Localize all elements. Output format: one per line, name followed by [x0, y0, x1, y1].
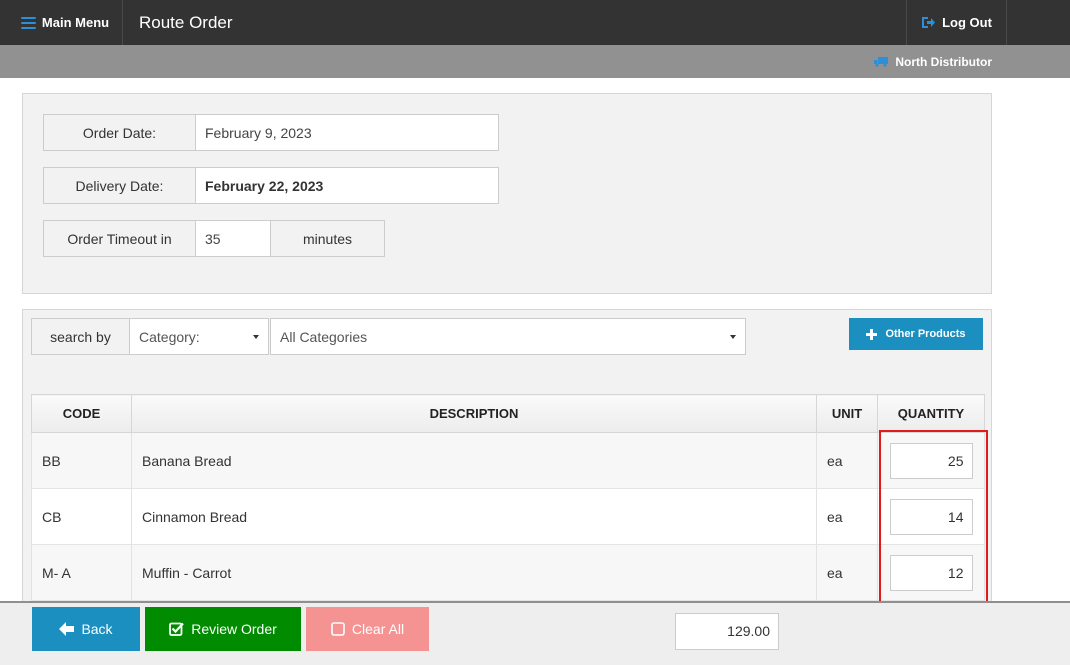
column-header-description: DESCRIPTION [131, 394, 817, 433]
distributor-info: North Distributor [874, 45, 992, 78]
review-order-label: Review Order [191, 621, 277, 637]
other-products-label: Other Products [885, 328, 966, 340]
delivery-date-label: Delivery Date: [43, 167, 196, 204]
product-unit: ea [816, 488, 878, 545]
order-timeout-group: Order Timeout in 35 minutes [43, 220, 385, 257]
sign-out-icon [922, 17, 936, 28]
hamburger-icon [20, 16, 36, 29]
order-dates-panel: Order Date: February 9, 2023 Delivery Da… [22, 93, 992, 294]
product-unit: ea [816, 432, 878, 489]
distributor-name: North Distributor [895, 54, 992, 69]
back-button[interactable]: Back [32, 607, 140, 651]
table-row: M- A Muffin - Carrot ea 12 [31, 544, 985, 601]
timeout-label: Order Timeout in [43, 220, 196, 257]
product-code: BB [31, 432, 132, 489]
back-label: Back [81, 621, 113, 637]
main-menu-label: Main Menu [41, 15, 110, 30]
logout-label: Log Out [942, 15, 992, 30]
category-select[interactable]: All Categories [270, 318, 746, 355]
product-code: M- A [31, 544, 132, 601]
products-panel: search by Category: All Categories Other… [22, 309, 992, 609]
quantity-highlight-box [879, 430, 988, 603]
other-products-button[interactable]: Other Products [849, 318, 983, 350]
table-row: BB Banana Bread ea 25 [31, 432, 985, 489]
plus-icon [866, 328, 878, 340]
search-field-select[interactable]: Category: [130, 318, 269, 355]
product-description: Banana Bread [131, 432, 817, 489]
column-header-code: CODE [31, 394, 132, 433]
delivery-date-group: Delivery Date: February 22, 2023 [43, 167, 499, 204]
order-date-group: Order Date: February 9, 2023 [43, 114, 499, 151]
table-header-row: CODE DESCRIPTION UNIT QUANTITY [31, 394, 985, 433]
category-value: All Categories [280, 328, 368, 345]
page-title: Route Order [139, 13, 233, 32]
timeout-unit: minutes [271, 220, 385, 257]
order-date-label: Order Date: [43, 114, 196, 151]
arrow-left-icon [59, 622, 75, 636]
product-description: Cinnamon Bread [131, 488, 817, 545]
main-menu-button[interactable]: Main Menu [8, 0, 123, 45]
square-icon [331, 622, 345, 636]
truck-icon [874, 56, 889, 67]
timeout-value: 35 [196, 220, 271, 257]
product-code: CB [31, 488, 132, 545]
column-header-unit: UNIT [816, 394, 878, 433]
caret-down-icon [730, 335, 736, 339]
search-group: search by Category: All Categories [31, 318, 746, 355]
product-unit: ea [816, 544, 878, 601]
caret-down-icon [253, 335, 259, 339]
column-header-quantity: QUANTITY [877, 394, 985, 433]
search-by-label: search by [31, 318, 130, 355]
table-row: CB Cinnamon Bread ea 14 [31, 488, 985, 545]
top-navbar: Main Menu Route Order Log Out [0, 0, 1070, 45]
search-field-value: Category: [139, 328, 200, 345]
delivery-date-field[interactable]: February 22, 2023 [196, 167, 499, 204]
check-square-icon [169, 622, 185, 636]
order-date-field: February 9, 2023 [196, 114, 499, 151]
clear-all-label: Clear All [351, 621, 405, 637]
logout-button[interactable]: Log Out [906, 0, 1007, 45]
product-description: Muffin - Carrot [131, 544, 817, 601]
products-table: CODE DESCRIPTION UNIT QUANTITY BB Banana… [31, 394, 985, 601]
footer-bar: Back Review Order Clear All 129.00 [0, 601, 1070, 665]
review-order-button[interactable]: Review Order [145, 607, 301, 651]
order-total: 129.00 [675, 613, 779, 650]
clear-all-button[interactable]: Clear All [306, 607, 429, 651]
distributor-bar: North Distributor [0, 45, 1070, 78]
